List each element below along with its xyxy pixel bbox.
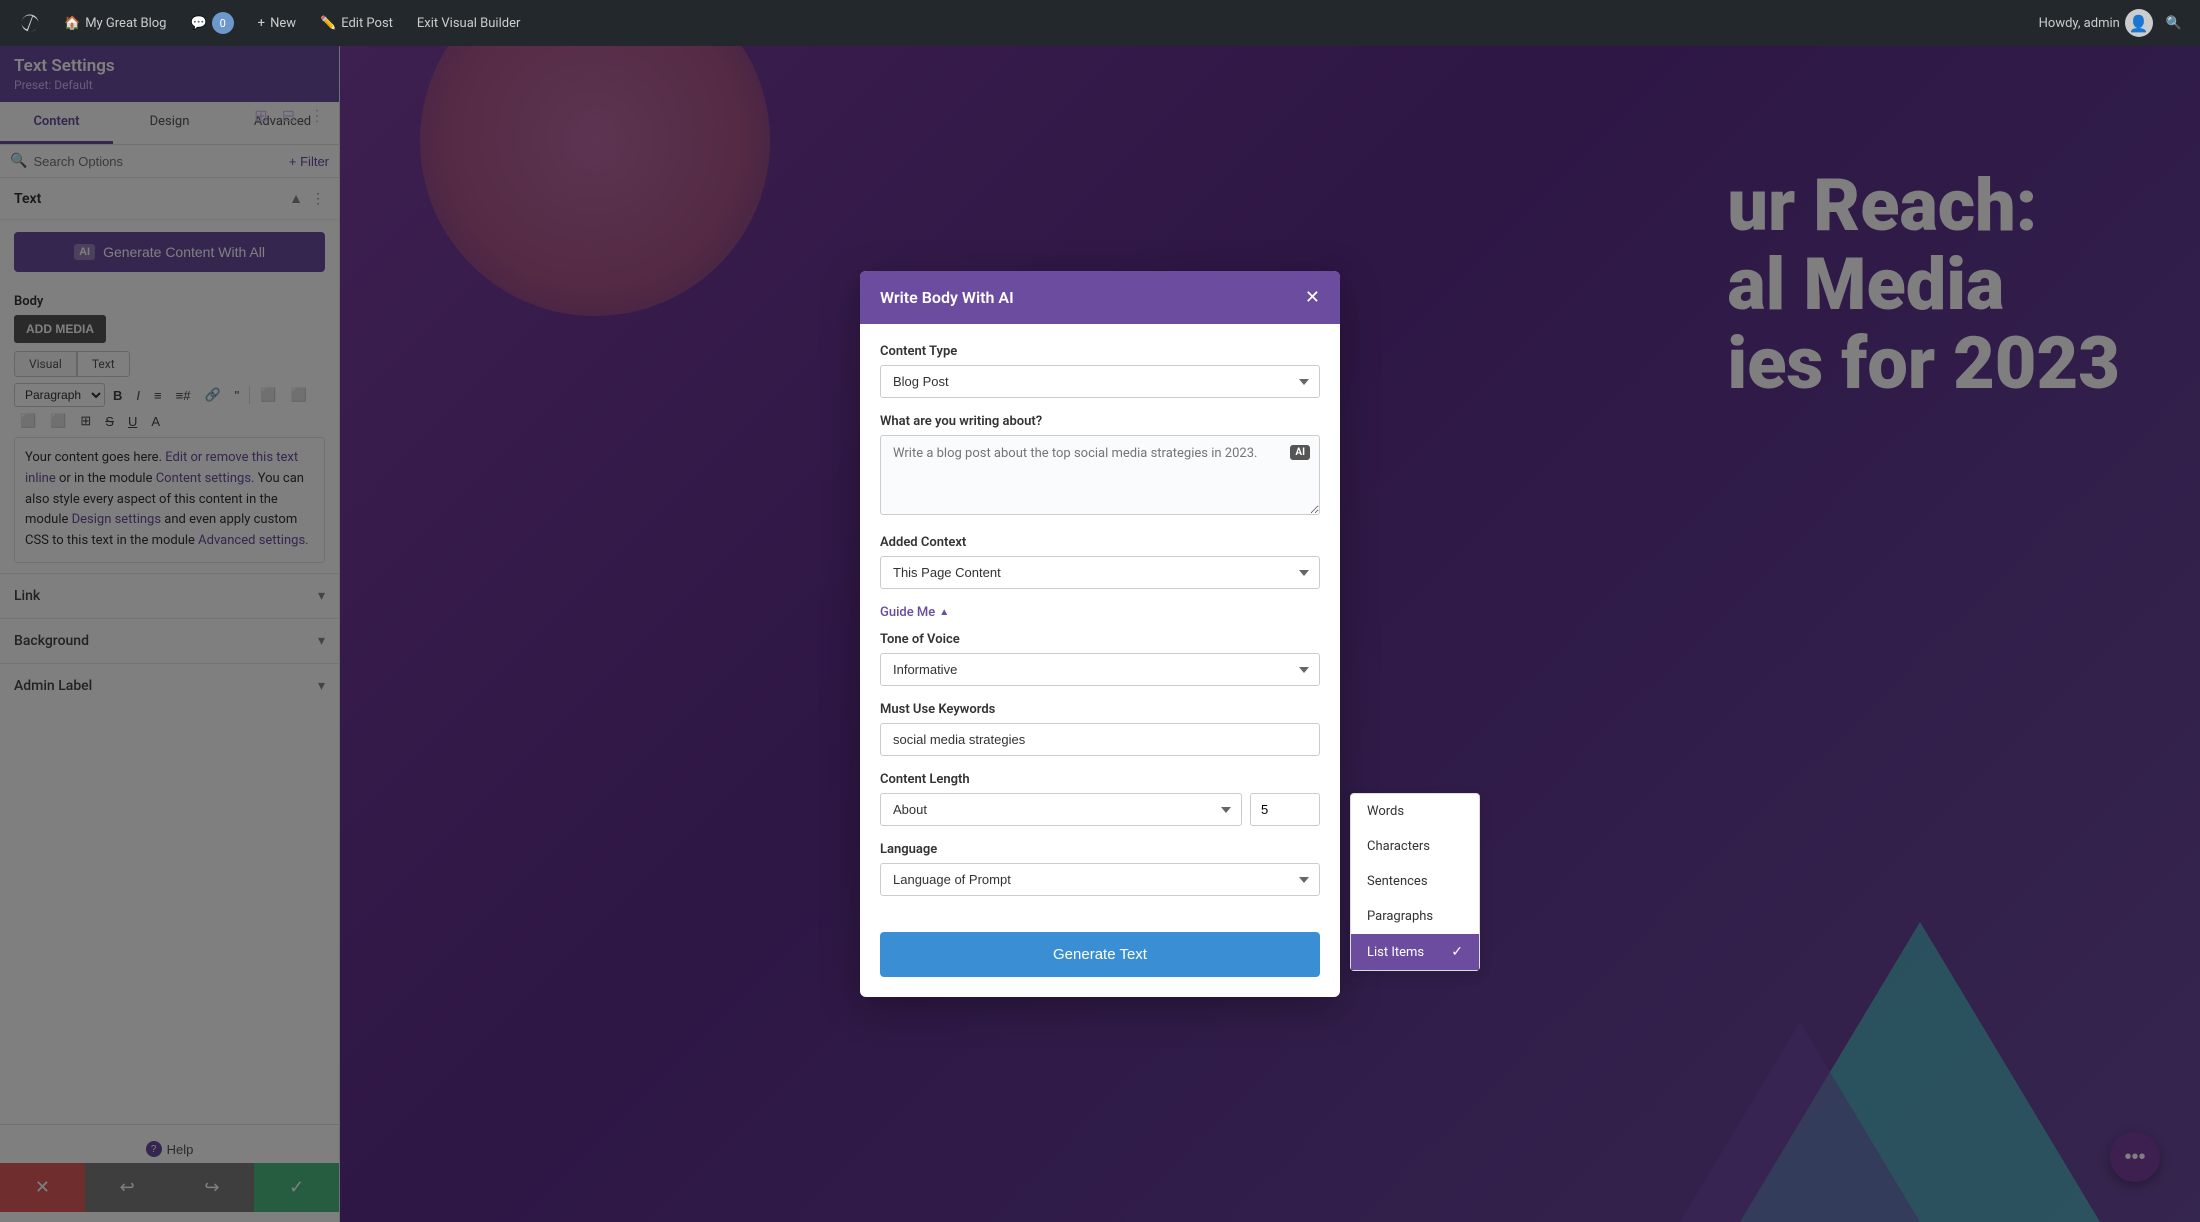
dropdown-words[interactable]: Words [1351,794,1479,829]
check-icon: ✓ [1451,944,1463,960]
exit-builder-item[interactable]: Exit Visual Builder [407,12,530,35]
dropdown-list-items[interactable]: List Items ✓ [1351,934,1479,970]
textarea-ai-icon: AI [1290,445,1310,460]
content-length-number[interactable] [1250,793,1320,826]
dropdown-characters[interactable]: Characters [1351,829,1479,864]
modal-title: Write Body With AI [880,288,1014,307]
avatar: 👤 [2125,9,2153,37]
tone-select[interactable]: Informative [880,653,1320,686]
edit-post-item[interactable]: ✏️ Edit Post [310,12,403,35]
content-type-select[interactable]: Blog Post [880,365,1320,398]
blog-name[interactable]: 🏠 My Great Blog [54,12,176,35]
modal-body: Content Type Blog Post What are you writ… [860,324,1340,932]
comment-count: 0 [212,12,234,34]
content-type-label: Content Type [880,344,1320,359]
language-group: Language Language of Prompt [880,842,1320,896]
keywords-group: Must Use Keywords [880,702,1320,756]
modal-overlay: Write Body With AI ✕ Content Type Blog P… [0,46,2200,1222]
search-icon[interactable]: 🔍 [2158,12,2190,35]
writing-about-group: What are you writing about? AI [880,414,1320,519]
tone-label: Tone of Voice [880,632,1320,647]
content-type-group: Content Type Blog Post [880,344,1320,398]
new-item[interactable]: + New [248,12,306,35]
modal-close-button[interactable]: ✕ [1305,287,1320,308]
ai-modal: Write Body With AI ✕ Content Type Blog P… [860,271,1340,997]
added-context-select[interactable]: This Page Content [880,556,1320,589]
content-length-select[interactable]: About [880,793,1242,826]
keywords-input[interactable] [880,723,1320,756]
content-length-label: Content Length [880,772,1320,787]
writing-textarea-wrapper: AI [880,435,1320,519]
generate-text-button[interactable]: Generate Text [880,932,1320,977]
added-context-label: Added Context [880,535,1320,550]
content-length-dropdown: Words Characters Sentences Paragraphs Li… [1350,793,1480,971]
wp-bar-right: Howdy, admin 👤 🔍 [2039,9,2190,37]
dropdown-sentences[interactable]: Sentences [1351,864,1479,899]
keywords-label: Must Use Keywords [880,702,1320,717]
writing-about-label: What are you writing about? [880,414,1320,429]
content-length-row: About Words Characters Sentences Paragra… [880,793,1320,826]
writing-about-textarea[interactable] [880,435,1320,515]
content-length-select-wrapper: About [880,793,1242,826]
comments-item[interactable]: 💬 0 [180,8,243,38]
language-label: Language [880,842,1320,857]
guide-me-icon: ▲ [939,607,949,618]
added-context-group: Added Context This Page Content [880,535,1320,589]
modal-footer: Generate Text [860,932,1340,997]
language-select[interactable]: Language of Prompt [880,863,1320,896]
modal-header: Write Body With AI ✕ [860,271,1340,324]
content-length-group: Content Length About Words Characters Se… [880,772,1320,826]
wp-admin-bar: 🏠 My Great Blog 💬 0 + New ✏️ Edit Post E… [0,0,2200,46]
guide-me-link[interactable]: Guide Me ▲ [880,605,1320,620]
wp-logo-item[interactable] [10,9,50,37]
tone-group: Tone of Voice Informative [880,632,1320,686]
dropdown-paragraphs[interactable]: Paragraphs [1351,899,1479,934]
